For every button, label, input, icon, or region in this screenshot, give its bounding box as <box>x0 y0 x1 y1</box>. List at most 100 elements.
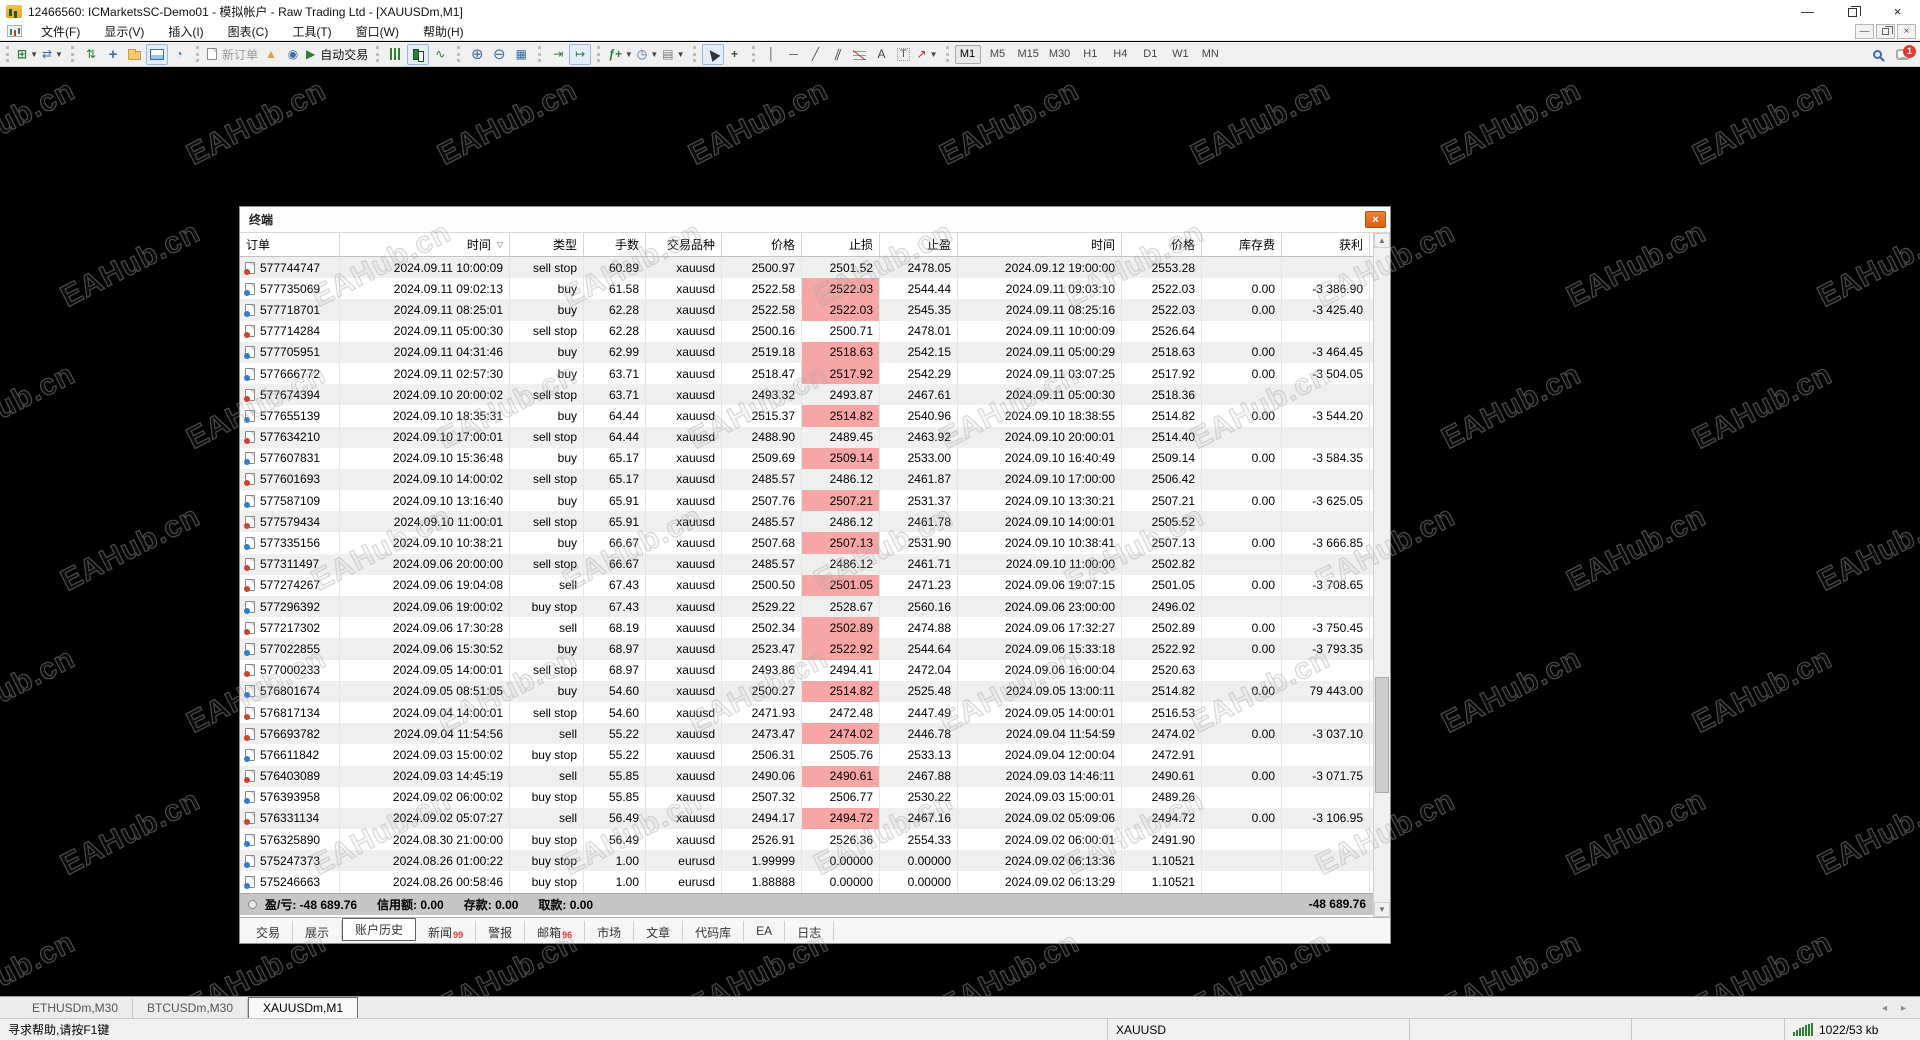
table-row[interactable]: 577587109 2024.09.10 13:16:40 buy 65.91 xauu… <box>240 490 1390 512</box>
timeframe-button-d1[interactable]: D1 <box>1137 45 1163 64</box>
column-header-11[interactable]: 获利 <box>1282 233 1370 256</box>
menu-item-1[interactable]: 显示(V) <box>92 22 156 41</box>
crosshair-button[interactable]: + <box>724 44 746 65</box>
channel-button[interactable]: ∥ <box>827 44 849 65</box>
table-row[interactable]: 576331134 2024.09.02 05:07:27 sell 56.49 xau… <box>240 807 1390 830</box>
community-button[interactable]: ◉ <box>282 44 304 65</box>
templates-button[interactable]: ▤ ▼ <box>660 44 686 65</box>
menu-item-6[interactable]: 帮助(H) <box>411 22 476 41</box>
terminal-tab-1[interactable]: 展示 <box>293 920 343 941</box>
column-header-5[interactable]: 价格 <box>722 233 802 256</box>
zoom-in-button[interactable]: ⊕ <box>466 44 488 65</box>
metaeditor-button[interactable]: ▲ <box>260 44 282 65</box>
menu-item-4[interactable]: 工具(T) <box>280 22 343 41</box>
table-row[interactable]: 577674394 2024.09.10 20:00:02 sell stop 63.… <box>240 384 1390 406</box>
chart-shift-button[interactable]: ↦ <box>569 43 592 65</box>
table-row[interactable]: 577000233 2024.09.05 14:00:01 sell stop 68.… <box>240 659 1390 681</box>
table-row[interactable]: 575247373 2024.08.26 01:00:22 buy stop 1.00… <box>240 850 1390 872</box>
column-header-6[interactable]: 止损 <box>802 233 880 256</box>
column-header-0[interactable]: 订单 <box>240 233 340 256</box>
menu-item-3[interactable]: 图表(C) <box>216 22 281 41</box>
table-row[interactable]: 577655139 2024.09.10 18:35:31 buy 64.44 xauu… <box>240 405 1390 427</box>
chart-document-icon[interactable] <box>7 25 22 37</box>
table-row[interactable]: 576325890 2024.08.30 21:00:00 buy stop 56.4… <box>240 829 1390 851</box>
timeframe-button-m15[interactable]: M15 <box>1015 45 1042 64</box>
terminal-tab-3[interactable]: 新闻 99 <box>416 920 477 941</box>
table-row[interactable]: 577274267 2024.09.06 19:04:08 sell 67.43 xau… <box>240 574 1390 596</box>
terminal-close-button[interactable]: × <box>1365 211 1386 228</box>
table-row[interactable]: 576817134 2024.09.04 14:00:01 sell stop 54.… <box>240 701 1390 724</box>
table-row[interactable]: 577022855 2024.09.06 15:30:52 buy 68.97 xauu… <box>240 638 1390 660</box>
terminal-tab-2[interactable]: 账户历史 <box>342 918 417 941</box>
scroll-down-button[interactable]: ▼ <box>1374 902 1390 917</box>
timeframe-button-mn[interactable]: MN <box>1197 45 1223 64</box>
terminal-tab-0[interactable]: 交易 <box>244 920 294 941</box>
navigator-button[interactable] <box>124 44 146 65</box>
chart-tab-0[interactable]: ETHUSDm,M30 <box>18 999 134 1018</box>
table-row[interactable]: 577607831 2024.09.10 15:36:48 buy 65.17 xauu… <box>240 447 1390 469</box>
timeframe-button-h4[interactable]: H4 <box>1107 45 1133 64</box>
column-header-4[interactable]: 交易品种 <box>646 233 722 256</box>
market-watch-button[interactable]: ⇅ <box>80 44 102 65</box>
zoom-out-button[interactable]: ⊖ <box>488 44 510 65</box>
line-chart-button[interactable]: ∿ <box>429 44 451 65</box>
table-row[interactable]: 577296392 2024.09.06 19:00:02 buy stop 67.4… <box>240 596 1390 618</box>
mdi-minimize-button[interactable]: — <box>1855 23 1874 39</box>
terminal-tab-5[interactable]: 邮箱 96 <box>525 920 586 941</box>
timeframe-button-m1[interactable]: M1 <box>954 44 981 64</box>
window-minimize-button[interactable]: — <box>1785 0 1830 22</box>
table-row[interactable]: 577744747 2024.09.11 10:00:09 sell stop 60.… <box>240 257 1390 279</box>
terminal-tab-6[interactable]: 市场 <box>585 920 635 941</box>
tab-scroll-right-icon[interactable]: ▸ <box>1901 1003 1906 1014</box>
table-row[interactable]: 577601693 2024.09.10 14:00:02 sell stop 65.… <box>240 468 1390 491</box>
notifications-icon[interactable]: 1 <box>1896 44 1916 60</box>
autotrading-button[interactable]: ▶ 自动交易 <box>304 44 370 65</box>
cursor-button[interactable] <box>701 43 724 65</box>
table-row[interactable]: 576403089 2024.09.03 14:45:19 sell 55.85 xau… <box>240 765 1390 787</box>
horizontal-line-button[interactable]: ─ <box>783 44 805 65</box>
column-header-10[interactable]: 库存费 <box>1202 233 1282 256</box>
table-row[interactable]: 576693782 2024.09.04 11:54:56 sell 55.22 xau… <box>240 723 1390 745</box>
table-row[interactable]: 577217302 2024.09.06 17:30:28 sell 68.19 xau… <box>240 617 1390 639</box>
mdi-restore-button[interactable] <box>1876 23 1895 39</box>
new-order-button[interactable]: 新订单 <box>205 44 260 65</box>
table-row[interactable]: 576393958 2024.09.02 06:00:02 buy stop 55.8… <box>240 786 1390 808</box>
bar-chart-button[interactable] <box>385 44 407 65</box>
timeframe-button-h1[interactable]: H1 <box>1077 45 1103 64</box>
timeframe-button-m5[interactable]: M5 <box>985 45 1011 64</box>
terminal-tab-7[interactable]: 文章 <box>634 920 684 941</box>
auto-scroll-button[interactable]: ⇥ <box>547 44 569 65</box>
column-header-7[interactable]: 止盈 <box>880 233 958 256</box>
table-row[interactable]: 577714284 2024.09.11 05:00:30 sell stop 62.… <box>240 320 1390 342</box>
timeframe-button-w1[interactable]: W1 <box>1167 45 1193 64</box>
table-row[interactable]: 577335156 2024.09.10 10:38:21 buy 66.67 xauu… <box>240 532 1390 554</box>
table-row[interactable]: 577579434 2024.09.10 11:00:01 sell stop 65.… <box>240 511 1390 533</box>
profiles-button[interactable]: ⇄ ▼ <box>40 44 65 65</box>
vertical-scrollbar[interactable]: ▲ ▼ <box>1373 233 1390 917</box>
table-row[interactable]: 575246663 2024.08.26 00:58:46 buy stop 1.00… <box>240 871 1390 893</box>
column-header-9[interactable]: 价格 <box>1122 233 1202 256</box>
arrows-button[interactable]: ↗ ▼ <box>915 44 940 65</box>
periods-button[interactable]: ◷ ▼ <box>635 44 660 65</box>
search-icon[interactable] <box>1873 49 1882 59</box>
menu-item-2[interactable]: 插入(I) <box>156 22 215 41</box>
table-row[interactable]: 577735069 2024.09.11 09:02:13 buy 61.58 xauu… <box>240 278 1390 300</box>
table-row[interactable]: 577705951 2024.09.11 04:31:46 buy 62.99 xauu… <box>240 341 1390 363</box>
new-chart-button[interactable]: ⊞ ▼ <box>15 44 40 65</box>
fibonacci-button[interactable] <box>849 44 871 65</box>
table-row[interactable]: 576801674 2024.09.05 08:51:05 buy 54.60 xauu… <box>240 680 1390 702</box>
chart-tab-2[interactable]: XAUUSDm,M1 <box>248 997 359 1018</box>
window-restore-button[interactable] <box>1830 0 1875 22</box>
text-label-button[interactable]: T <box>893 44 915 65</box>
tab-scroll-left-icon[interactable]: ◂ <box>1882 1003 1887 1014</box>
column-header-8[interactable]: 时间 <box>958 233 1122 256</box>
vertical-line-button[interactable]: │ <box>761 44 783 65</box>
mdi-close-button[interactable]: × <box>1897 23 1916 39</box>
column-header-3[interactable]: 手数 <box>584 233 646 256</box>
tile-windows-button[interactable]: ▦ <box>510 44 532 65</box>
terminal-tab-8[interactable]: 代码库 <box>683 920 745 941</box>
chart-tab-1[interactable]: BTCUSDm,M30 <box>133 999 249 1018</box>
column-header-1[interactable]: 时间 ▽ <box>340 233 510 256</box>
terminal-tab-4[interactable]: 警报 <box>476 920 526 941</box>
table-row[interactable]: 577634210 2024.09.10 17:00:01 sell stop 64.… <box>240 426 1390 448</box>
